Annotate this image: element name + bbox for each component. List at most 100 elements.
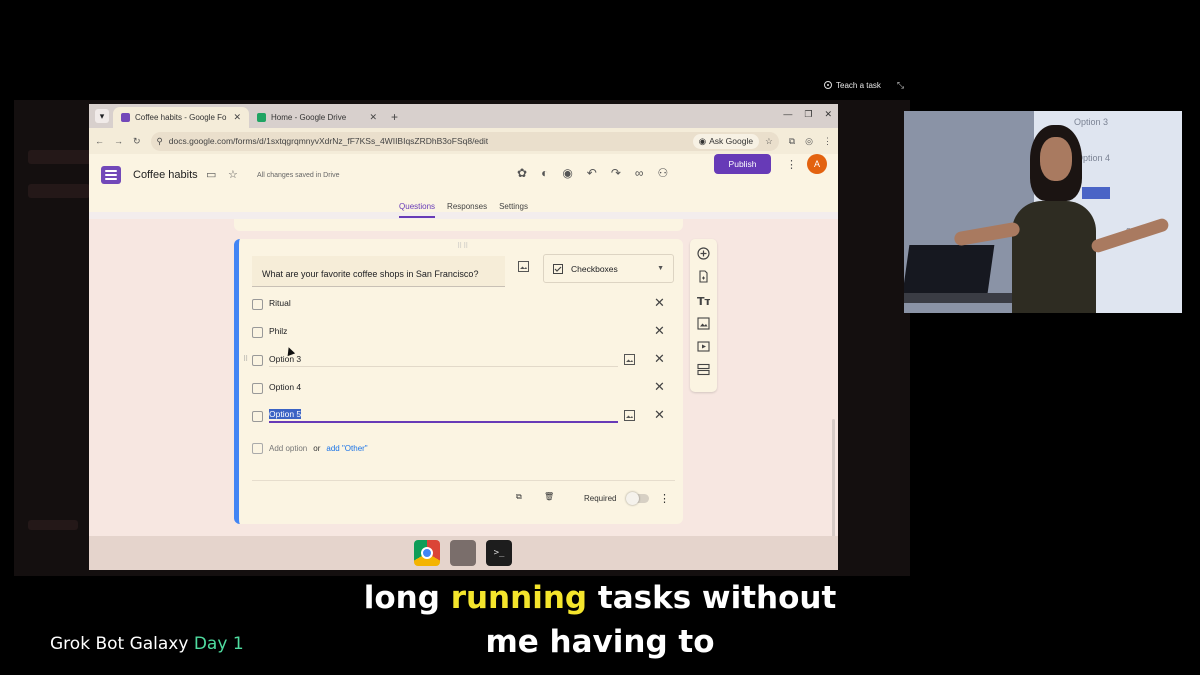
- url-text: docs.google.com/forms/d/1sxtqgrqmnyvXdrN…: [168, 136, 489, 146]
- event-day: Day 1: [193, 634, 244, 654]
- browser-window: ▾ Coffee habits - Google Fo ✕ Home - Goo…: [89, 104, 838, 570]
- remove-option-icon[interactable]: ✕: [654, 295, 665, 311]
- option-label[interactable]: Ritual: [269, 298, 618, 310]
- folder-icon[interactable]: ▭: [206, 168, 216, 181]
- taskbar: >_: [89, 536, 838, 570]
- browser-toolbar: ← → ↻ ⚲ docs.google.com/forms/d/1sxtqgrq…: [89, 128, 838, 154]
- tab-responses[interactable]: Responses: [447, 202, 487, 218]
- option-row[interactable]: Option 4 ✕: [252, 378, 675, 398]
- remove-option-icon[interactable]: ✕: [654, 379, 665, 395]
- window-controls: — ❐ ✕: [783, 109, 832, 120]
- caption-text: tasks without: [587, 580, 837, 616]
- extensions-icon[interactable]: ⧉: [789, 136, 795, 147]
- more-options-icon[interactable]: ⋮: [786, 158, 797, 171]
- remove-option-icon[interactable]: ✕: [654, 407, 665, 423]
- record-icon: [824, 81, 832, 89]
- close-window-icon[interactable]: ✕: [824, 109, 832, 120]
- event-name: Grok Bot Galaxy: [50, 634, 189, 654]
- address-bar[interactable]: ⚲ docs.google.com/forms/d/1sxtqgrqmnyvXd…: [150, 131, 779, 151]
- question-type-select[interactable]: Checkboxes ▼: [543, 254, 674, 283]
- option-row[interactable]: ⠿ Option 3 ✕: [243, 350, 675, 370]
- tab-title: Home - Google Drive: [271, 113, 347, 122]
- forms-logo-icon[interactable]: [101, 166, 121, 184]
- add-question-icon[interactable]: [697, 247, 710, 260]
- avatar-initial: A: [813, 159, 820, 169]
- close-icon[interactable]: ✕: [369, 112, 377, 123]
- drag-handle-icon[interactable]: ⠿⠿: [457, 242, 469, 250]
- forward-icon[interactable]: →: [114, 136, 123, 146]
- ask-google-button[interactable]: ◉ Ask Google: [692, 133, 760, 149]
- add-collaborator-icon[interactable]: ⚇: [657, 166, 668, 180]
- profile-icon[interactable]: ◎: [805, 136, 813, 147]
- back-icon[interactable]: ←: [95, 136, 104, 146]
- option-row[interactable]: Ritual ✕: [252, 294, 675, 314]
- terminal-icon[interactable]: >_: [486, 540, 512, 566]
- star-icon[interactable]: ☆: [228, 168, 238, 181]
- add-other-link[interactable]: add "Other": [326, 444, 367, 453]
- link-icon[interactable]: ∞: [635, 166, 644, 180]
- checkbox-type-icon: [553, 263, 563, 274]
- image-icon[interactable]: [624, 410, 635, 421]
- option-label[interactable]: Philz: [269, 326, 618, 338]
- save-status: All changes saved in Drive: [257, 172, 340, 179]
- avatar[interactable]: A: [807, 154, 827, 174]
- previous-card[interactable]: [234, 219, 683, 231]
- option-row-focused[interactable]: Option 5 ✕: [252, 406, 675, 426]
- more-options-icon[interactable]: ⋮: [659, 492, 670, 505]
- undo-icon[interactable]: ↶: [587, 166, 597, 180]
- browser-tab-forms[interactable]: Coffee habits - Google Fo ✕: [113, 107, 249, 128]
- add-option-link[interactable]: Add option: [269, 444, 307, 453]
- ask-google-label: Ask Google: [709, 136, 754, 146]
- projected-selection: [1082, 187, 1110, 199]
- restore-icon[interactable]: ❐: [804, 109, 812, 120]
- new-tab-icon[interactable]: +: [385, 110, 404, 128]
- drag-option-icon[interactable]: ⠿: [243, 355, 248, 363]
- teach-a-task-bar[interactable]: Teach a task ⤡: [824, 79, 904, 91]
- bookmark-star-icon[interactable]: ☆: [765, 136, 773, 147]
- close-icon[interactable]: ✕: [233, 112, 241, 123]
- remove-option-icon[interactable]: ✕: [654, 323, 665, 339]
- add-title-icon[interactable]: Tт: [697, 294, 710, 307]
- ghost-item: [28, 184, 90, 198]
- option-label[interactable]: Option 3: [269, 354, 618, 367]
- tab-questions[interactable]: Questions: [399, 202, 436, 218]
- question-title-input[interactable]: What are your favorite coffee shops in S…: [252, 256, 505, 287]
- import-questions-icon[interactable]: [697, 270, 710, 283]
- image-icon[interactable]: [624, 354, 635, 365]
- required-label: Required: [584, 494, 617, 503]
- palette-icon[interactable]: ◐: [541, 166, 548, 180]
- image-icon[interactable]: [518, 261, 529, 272]
- publish-button[interactable]: Publish: [714, 154, 771, 174]
- event-branding: Grok Bot Galaxy Day 1: [50, 634, 244, 654]
- reload-icon[interactable]: ↻: [133, 136, 141, 147]
- option-label[interactable]: Option 4: [269, 382, 618, 394]
- tab-search-icon[interactable]: ▾: [95, 109, 109, 123]
- checkbox-icon: [252, 382, 263, 394]
- add-section-icon[interactable]: [697, 363, 710, 376]
- checkbox-icon: [252, 410, 263, 422]
- preview-icon[interactable]: ◉: [562, 166, 572, 180]
- addons-icon[interactable]: ✿: [517, 166, 527, 180]
- minimize-icon[interactable]: —: [783, 109, 792, 120]
- option-input[interactable]: Option 5: [269, 409, 618, 423]
- redo-icon[interactable]: ↷: [611, 166, 621, 180]
- browser-menu-icon[interactable]: ⋮: [823, 136, 832, 147]
- duplicate-icon[interactable]: ⧉: [516, 492, 522, 502]
- site-info-icon[interactable]: ⚲: [157, 136, 163, 147]
- remove-option-icon[interactable]: ✕: [654, 351, 665, 367]
- expand-icon[interactable]: ⤡: [897, 80, 904, 91]
- question-card[interactable]: ⠿⠿ What are your favorite coffee shops i…: [234, 239, 683, 524]
- laptop: [904, 245, 995, 293]
- doc-title[interactable]: Coffee habits: [133, 169, 198, 181]
- delete-icon[interactable]: 🗑: [544, 492, 554, 501]
- ghost-item: [28, 520, 78, 530]
- browser-tab-drive[interactable]: Home - Google Drive ✕: [249, 107, 385, 128]
- chrome-icon[interactable]: [414, 540, 440, 566]
- required-toggle[interactable]: [626, 492, 649, 505]
- add-image-icon[interactable]: [697, 317, 710, 330]
- add-video-icon[interactable]: [697, 340, 710, 353]
- app-icon[interactable]: [450, 540, 476, 566]
- tab-settings[interactable]: Settings: [499, 202, 528, 218]
- projected-option-text: Option 3: [1074, 117, 1109, 127]
- option-row[interactable]: Philz ✕: [252, 322, 675, 342]
